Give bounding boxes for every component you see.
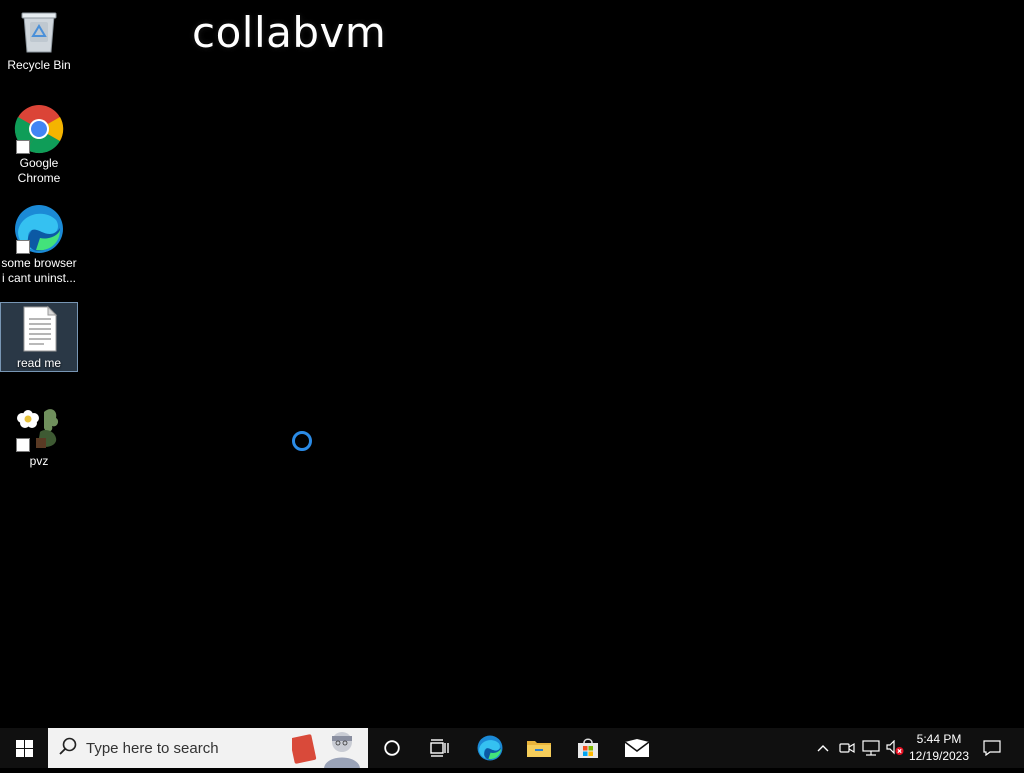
taskbar-search-box[interactable]: Type here to search [48,728,368,768]
clock-date: 12/19/2023 [908,749,970,763]
cortana-button[interactable] [368,728,416,768]
folder-icon [527,741,551,757]
taskbar-store-button[interactable] [564,728,612,768]
action-center-button[interactable] [980,728,1004,768]
text-document-icon [14,304,64,354]
start-button[interactable] [0,728,48,768]
desktop-icon-edge[interactable]: some browser i cant uninst... [1,204,77,288]
search-highlight-illustration [289,728,364,768]
taskbar-edge-button[interactable] [466,728,514,768]
shortcut-arrow-icon [16,240,30,254]
taskbar-mail-button[interactable] [613,728,661,768]
search-icon [58,736,78,761]
volume-muted-icon [886,740,904,755]
task-view-icon [430,739,449,757]
edge-icon [477,735,503,761]
icon-label: Google Chrome [17,156,61,185]
edge-icon [14,204,64,254]
network-icon [862,740,880,756]
busy-cursor-icon [292,431,312,451]
task-view-button[interactable] [416,728,464,768]
shortcut-arrow-icon [16,140,30,154]
desktop-icon-pvz[interactable]: pvz [1,402,77,470]
icon-label: some browser i cant uninst... [1,256,77,285]
cortana-icon [384,740,400,756]
pvz-game-icon [14,402,64,452]
icon-label: Recycle Bin [7,58,71,72]
windows-logo-icon [15,739,33,757]
mail-icon [625,739,649,757]
chrome-icon [14,104,64,154]
search-placeholder: Type here to search [86,739,219,757]
desktop-icon-google-chrome[interactable]: Google Chrome [1,104,77,188]
clock-time: 5:44 PM [916,732,962,746]
taskbar: Type here to search 5:44 PM 12/19/2023 [0,728,1024,768]
icon-label: read me [16,356,62,370]
show-hidden-icons-button[interactable] [812,728,834,768]
taskbar-file-explorer-button[interactable] [515,728,563,768]
desktop-icon-read-me[interactable]: read me [0,302,78,372]
tray-volume-button[interactable] [884,728,906,768]
icon-label: pvz [29,454,49,468]
desktop-icon-recycle-bin[interactable]: Recycle Bin [1,6,77,74]
taskbar-clock[interactable]: 5:44 PM 12/19/2023 [906,731,972,765]
chevron-up-icon [817,745,829,752]
collabvm-watermark: collabvm [192,8,387,57]
meet-now-icon [839,742,855,754]
tray-network-button[interactable] [859,728,883,768]
store-icon [578,738,598,758]
tray-meet-now-button[interactable] [836,728,858,768]
recycle-bin-icon [14,6,64,56]
desktop[interactable]: collabvm Recycle Bin Google Chrome some … [0,0,1024,728]
shortcut-arrow-icon [16,438,30,452]
notification-icon [983,740,1001,756]
